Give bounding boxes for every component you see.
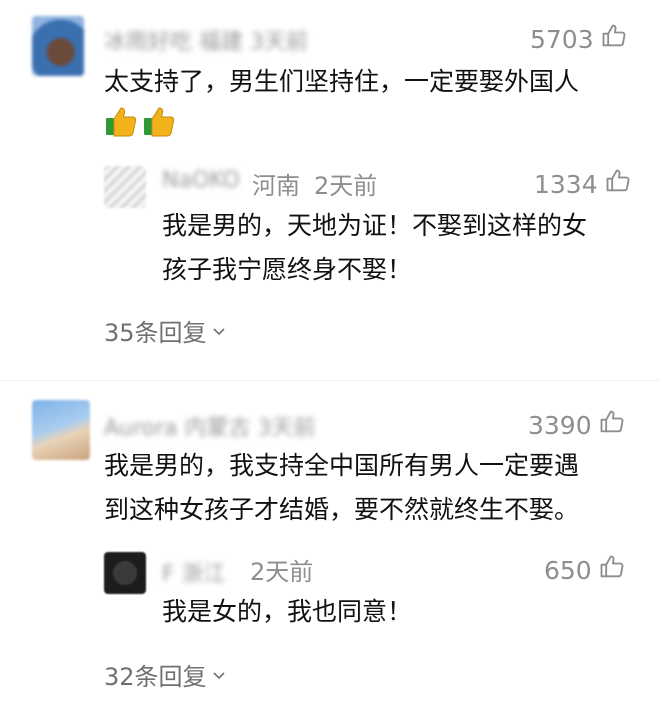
view-replies-button[interactable]: 35条回复: [104, 313, 227, 348]
reply-text-line: 我是男的，天地为证！不娶到这样的女: [162, 211, 588, 240]
like-count: 3390: [528, 410, 592, 440]
reply-time: 2天前: [314, 172, 378, 200]
like-button[interactable]: 3390: [528, 408, 626, 442]
thumbs-up-emoji-icon: [104, 104, 138, 138]
thumbs-up-icon: [598, 408, 626, 442]
like-button[interactable]: 1334: [534, 167, 632, 201]
comment-text: 太支持了，男生们坚持住，一定要娶外国人: [104, 67, 580, 96]
chevron-down-icon: [211, 317, 227, 345]
reply-count: 35条回复: [104, 319, 207, 347]
reply-username[interactable]: F 浙江: [162, 556, 226, 588]
avatar[interactable]: [32, 16, 84, 76]
like-button[interactable]: 650: [544, 553, 626, 587]
comment-username[interactable]: 冰雨好吃 福建 3天前: [104, 24, 308, 56]
like-count: 650: [544, 555, 592, 585]
reply-text: 我是男的，天地为证！不娶到这样的女 孩子我宁愿终身不娶！: [162, 204, 587, 292]
avatar[interactable]: [32, 400, 90, 460]
comment-text-line: 我是男的，我支持全中国所有男人一定要遇: [104, 451, 580, 480]
reply-avatar[interactable]: [104, 166, 146, 208]
reply-count: 32条回复: [104, 663, 207, 691]
like-count: 5703: [530, 24, 594, 54]
thumbs-up-icon: [600, 22, 628, 56]
thumbs-up-icon: [604, 167, 632, 201]
reply-text: 我是女的，我也同意！: [162, 597, 413, 626]
chevron-down-icon: [211, 661, 227, 689]
like-count: 1334: [534, 169, 598, 199]
thumbs-up-emoji-icon: [142, 104, 176, 138]
view-replies-button[interactable]: 32条回复: [104, 657, 227, 692]
like-button[interactable]: 5703: [530, 22, 628, 56]
reply-text-line: 孩子我宁愿终身不娶！: [162, 255, 413, 284]
thumbs-up-icon: [598, 553, 626, 587]
reply-time: 2天前: [250, 558, 314, 586]
divider: [0, 380, 660, 381]
reply-location: 河南: [252, 172, 300, 200]
comment-text: 我是男的，我支持全中国所有男人一定要遇 到这种女孩子才结婚，要不然就终生不娶。: [104, 444, 579, 532]
comment-text-line: 到这种女孩子才结婚，要不然就终生不娶。: [104, 495, 580, 524]
emoji-row: [104, 104, 176, 138]
reply-avatar[interactable]: [104, 552, 146, 594]
comment-username[interactable]: Aurora 内蒙古 3天前: [104, 410, 316, 442]
reply-username[interactable]: NaOKO: [162, 168, 240, 193]
